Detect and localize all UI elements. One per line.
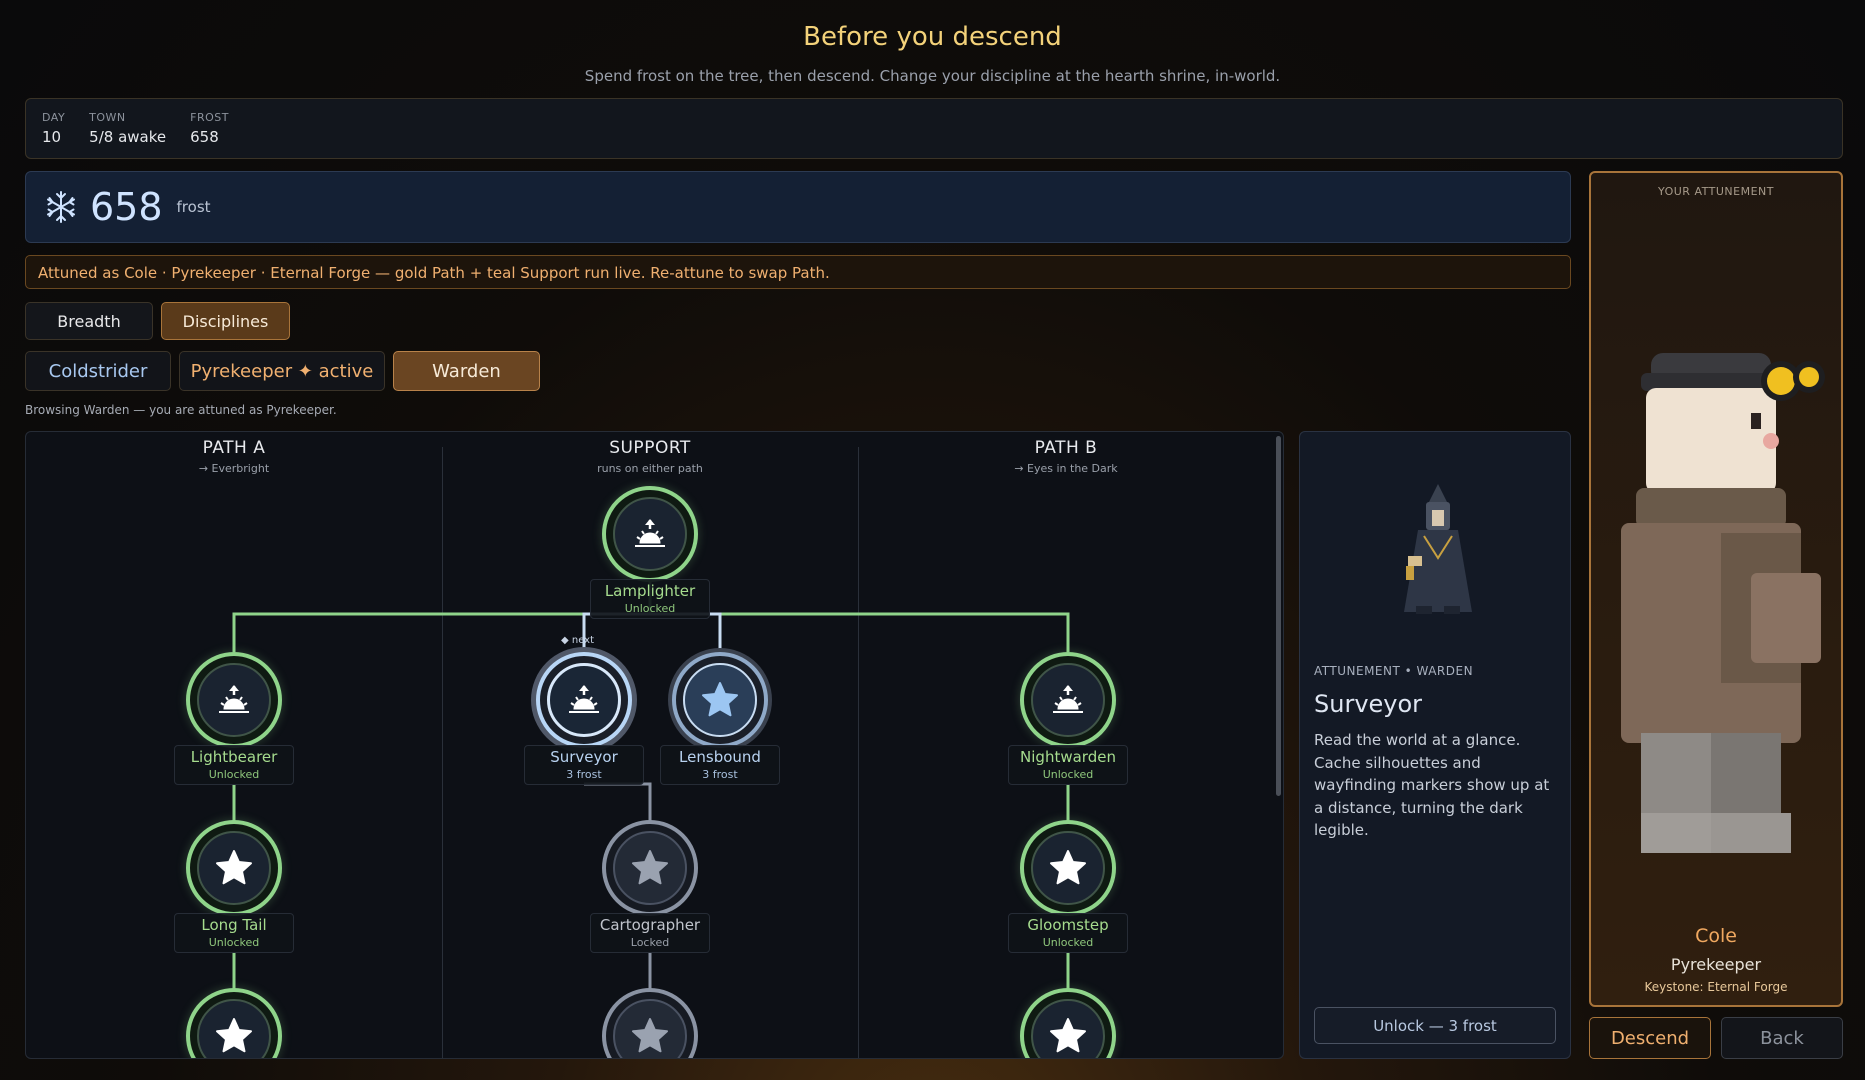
star-icon [216,850,252,885]
skill-detail-name: Surveyor [1314,690,1423,718]
skill-label: Lamplighter Unlocked [590,579,710,619]
browse-note: Browsing Warden — you are attuned as Pyr… [25,403,337,417]
sunrise-icon [635,519,665,547]
status-bar: DAY 10 TOWN 5/8 awake FROST 658 [25,98,1843,159]
skill-label: Surveyor 3 frost [524,745,644,785]
descend-button[interactable]: Descend [1589,1017,1711,1059]
skill-name: Gloomstep [1027,916,1109,934]
character-portrait [1621,353,1825,853]
frost-unit: frost [176,198,211,216]
next-marker: ◆ next [561,635,595,646]
skill-status: Unlocked [1042,768,1094,781]
tab-disciplines[interactable]: Disciplines [161,302,290,340]
stat-label: FROST [190,111,229,124]
skill-label: Cartographer Locked [590,913,710,953]
skill-label: Lightbearer Unlocked [174,745,294,785]
skill-node-lamplighter[interactable] [602,486,698,582]
skill-name: Lightbearer [190,748,278,766]
discipline-pyrekeeper[interactable]: Pyrekeeper ✦ active [179,351,385,391]
back-button[interactable]: Back [1721,1017,1843,1059]
discipline-coldstrider[interactable]: Coldstrider [25,351,171,391]
stat-label: DAY [42,111,66,124]
stat-value: 5/8 awake [89,128,167,146]
skill-name: Lensbound [679,748,761,766]
attunement-panel: YOUR ATTUNEMENT Cole Pyrekeeper Keystone… [1589,171,1843,1007]
skill-name: Long Tail [201,916,267,934]
skill-meta: ATTUNEMENT • WARDEN [1314,664,1474,678]
sunrise-icon [219,685,249,713]
stat-value: 10 [42,128,62,146]
stat-frost: FROST 658 [190,111,229,146]
stat-value: 658 [190,128,219,146]
character-discipline: Pyrekeeper [1670,955,1762,974]
skill-status: Locked [630,936,670,949]
discipline-warden[interactable]: Warden [393,351,540,391]
page-subtitle: Spend frost on the tree, then descend. C… [584,67,1281,85]
skill-status: Unlocked [208,768,260,781]
page-title: Before you descend [803,22,1062,52]
skill-node-cartographer[interactable] [602,820,698,916]
star-icon [632,1018,668,1053]
attunement-notice: Attuned as Cole · Pyrekeeper · Eternal F… [25,255,1571,289]
skill-status: 3 frost [702,768,738,781]
skill-node-lensbound[interactable] [672,652,768,748]
tab-breadth[interactable]: Breadth [25,302,153,340]
character-keystone: Keystone: Eternal Forge [1644,980,1788,994]
skill-node-surveyor[interactable] [536,652,632,748]
skill-status: 3 frost [566,768,602,781]
skill-label: Nightwarden Unlocked [1008,745,1128,785]
stat-label: TOWN [89,111,126,124]
skill-node-lightbearer[interactable] [186,652,282,748]
skill-description: Read the world at a glance. Cache silhou… [1314,731,1550,839]
skill-detail-panel: ATTUNEMENT • WARDEN Surveyor Read the wo… [1299,431,1571,1059]
skill-tree: PATH A → Everbright SUPPORT runs on eith… [25,431,1284,1059]
skill-name: Lamplighter [604,582,696,600]
frost-balance: 658 frost [25,171,1571,243]
skill-label: Lensbound 3 frost [660,745,780,785]
star-icon [216,1018,252,1053]
skill-status: Unlocked [1042,936,1094,949]
skill-status: Unlocked [208,936,260,949]
star-icon [1050,850,1086,885]
frost-amount: 658 [90,185,163,229]
stat-day: DAY 10 [42,111,65,146]
character-name: Cole [1695,925,1737,947]
attunement-heading: YOUR ATTUNEMENT [1657,185,1774,198]
stat-town: TOWN 5/8 awake [89,111,166,146]
sunrise-icon [1053,685,1083,713]
skill-name: Cartographer [599,916,701,934]
snowflake-icon [47,191,75,223]
sunrise-icon [569,685,599,713]
skill-node-gloomstep[interactable] [1020,820,1116,916]
warden-figure [1404,484,1472,614]
skill-node-long-tail[interactable] [186,820,282,916]
skill-node-nightwarden[interactable] [1020,652,1116,748]
unlock-button[interactable]: Unlock — 3 frost [1314,1007,1556,1044]
star-icon [1050,1018,1086,1053]
skill-label: Gloomstep Unlocked [1008,913,1128,953]
star-icon [702,682,738,717]
skill-label: Long Tail Unlocked [174,913,294,953]
skill-status: Unlocked [624,602,676,615]
skill-name: Nightwarden [1020,748,1116,766]
skill-name: Surveyor [550,748,618,766]
star-icon [632,850,668,885]
